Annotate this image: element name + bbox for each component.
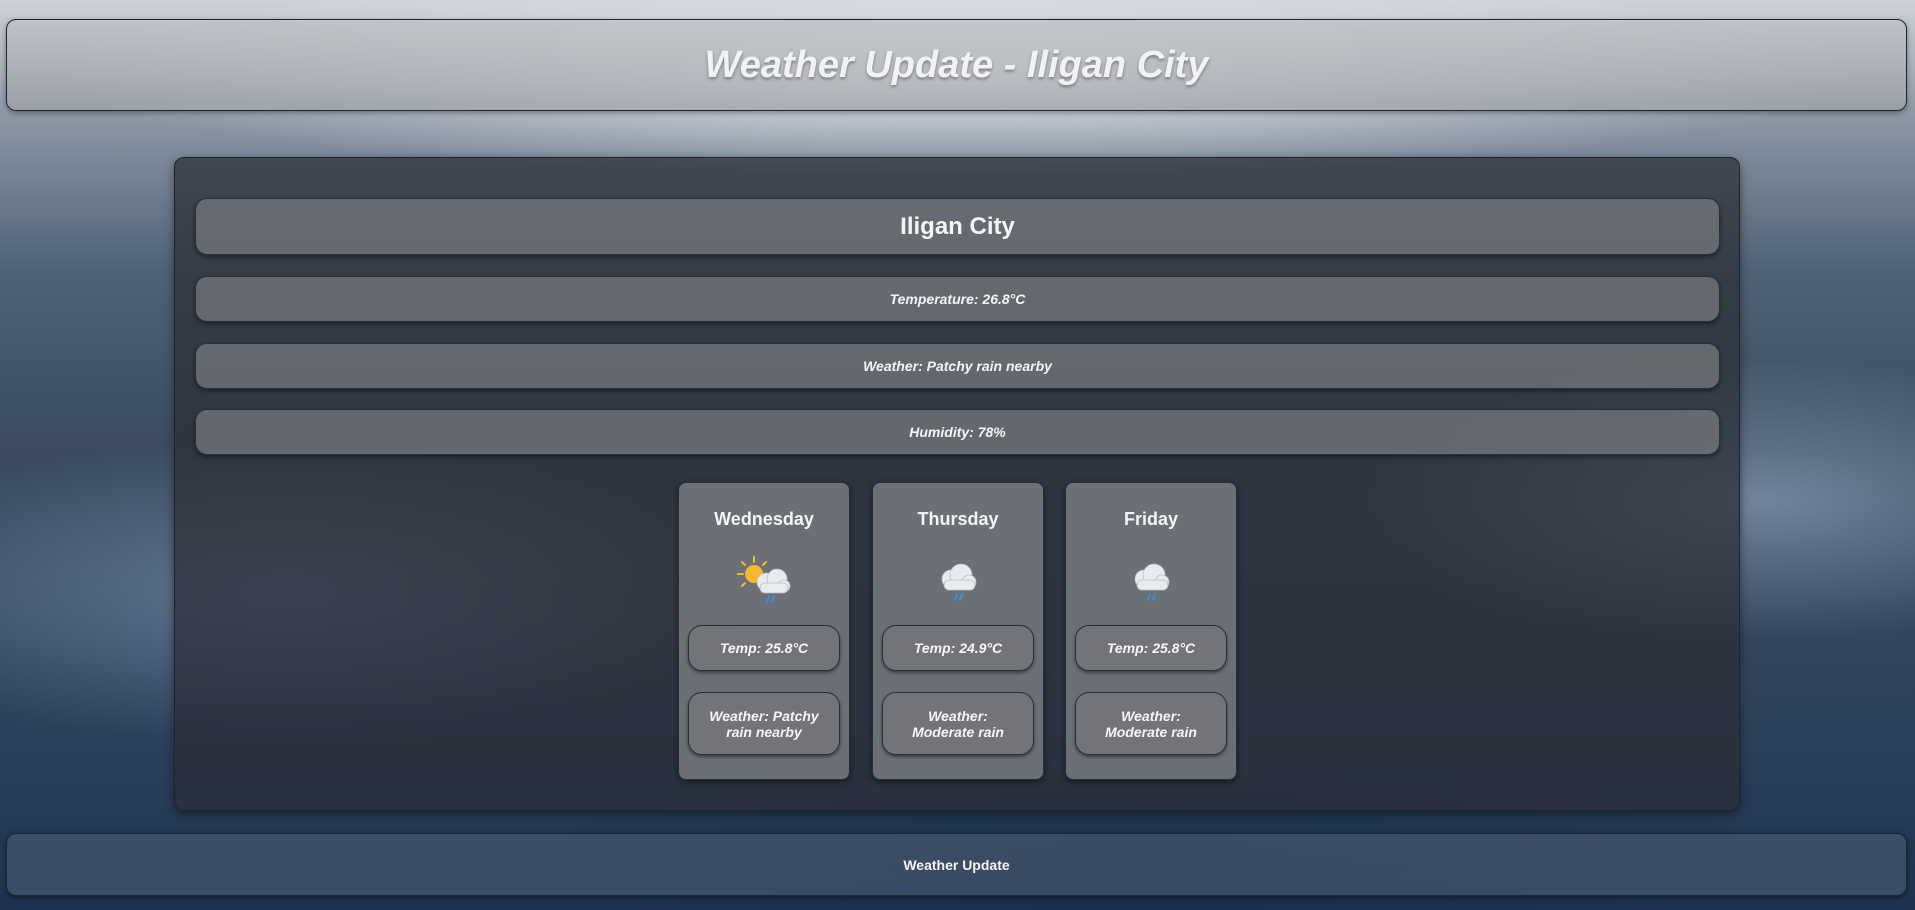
forecast-card-friday: Friday Temp: 25.8°C Weather: Moderate ra… [1065, 482, 1237, 780]
cloud-rain-icon [941, 563, 977, 601]
forecast-weather: Weather: Moderate rain [882, 692, 1034, 755]
page-footer: Weather Update [6, 833, 1907, 896]
page-header: Weather Update - Iligan City [6, 19, 1907, 111]
forecast-weather: Weather: Moderate rain [1075, 692, 1227, 755]
forecast-temp: Temp: 25.8°C [688, 625, 840, 671]
weather-panel: Iligan City Temperature: 26.8°C Weather:… [174, 157, 1740, 811]
current-temperature: Temperature: 26.8°C [195, 276, 1720, 322]
footer-text: Weather Update [903, 856, 1010, 873]
city-name: Iligan City [195, 198, 1720, 255]
page-title: Weather Update - Iligan City [704, 43, 1209, 86]
cloud-rain-icon [1134, 563, 1170, 601]
forecast-card-wednesday: Wednesday Temp: 25.8°C Weather: Patchy r… [678, 482, 850, 780]
forecast-day: Thursday [917, 509, 999, 529]
forecast-weather: Weather: Patchy rain nearby [688, 692, 840, 755]
forecast-day: Friday [1123, 509, 1179, 529]
forecast-card-thursday: Thursday Temp: 24.9°C Weather: Moderate … [872, 482, 1044, 780]
forecast-temp: Temp: 24.9°C [882, 625, 1034, 671]
forecast-day: Wednesday [714, 509, 814, 529]
current-weather: Weather: Patchy rain nearby [195, 343, 1720, 389]
partly-sunny-rain-icon [737, 556, 791, 603]
forecast-temp: Temp: 25.8°C [1075, 625, 1227, 671]
current-humidity: Humidity: 78% [195, 409, 1720, 455]
